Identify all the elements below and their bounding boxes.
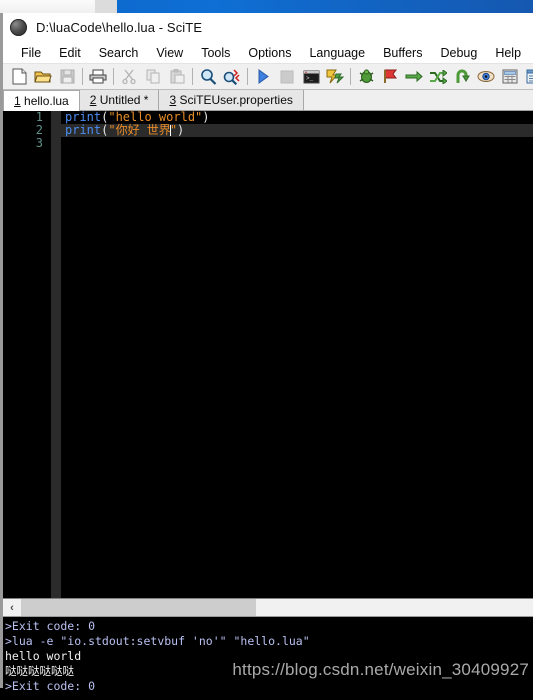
line-number-gutter: 1 2 3	[3, 111, 51, 598]
menu-edit[interactable]: Edit	[50, 44, 90, 62]
menu-debug[interactable]: Debug	[431, 44, 486, 62]
watermark-url: https://blog.csdn.net/weixin_30409927	[232, 660, 529, 680]
line-number: 1	[3, 111, 51, 124]
tab-scite-user-properties[interactable]: 3 SciTEUser.properties	[159, 90, 303, 110]
stop-square-icon	[275, 66, 299, 88]
fold-margin[interactable]	[51, 111, 61, 598]
toolbar-separator	[113, 68, 114, 85]
tab-accelerator-number: 3	[169, 93, 176, 107]
sphere-icon	[10, 19, 27, 36]
menu-bar: File Edit Search View Tools Options Lang…	[3, 42, 533, 64]
toolbar-separator	[82, 68, 83, 85]
new-file-icon[interactable]	[7, 66, 31, 88]
menu-file[interactable]: File	[12, 44, 50, 62]
variables-grid-icon[interactable]	[498, 66, 522, 88]
tab-hello-lua[interactable]: 1 hello.lua	[3, 90, 80, 111]
scrollbar-thumb[interactable]	[21, 599, 256, 616]
tab-label: Untitled *	[100, 93, 149, 107]
toolbar: >_	[3, 64, 533, 90]
compile-lightning-icon[interactable]	[323, 66, 347, 88]
tab-accelerator-number: 1	[14, 94, 21, 108]
tab-label: SciTEUser.properties	[180, 93, 293, 107]
menu-help[interactable]: Help	[486, 44, 530, 62]
step-out-arrow-icon[interactable]	[450, 66, 474, 88]
menu-search[interactable]: Search	[90, 44, 148, 62]
window-title: D:\luaCode\hello.lua - SciTE	[36, 20, 202, 35]
menu-language[interactable]: Language	[300, 44, 374, 62]
line-number: 3	[3, 137, 51, 150]
buffer-tab-bar: 1 hello.lua 2 Untitled * 3 SciTEUser.pro…	[3, 90, 533, 111]
debug-bug-icon[interactable]	[354, 66, 378, 88]
output-line-command: >Exit code: 0	[5, 619, 533, 634]
menu-options[interactable]: Options	[239, 44, 300, 62]
token-string: "	[170, 123, 177, 137]
token-punctuation: )	[177, 123, 184, 137]
title-bar: D:\luaCode\hello.lua - SciTE	[3, 13, 533, 42]
svg-text:>_: >_	[306, 75, 314, 82]
output-line-command: >lua -e "io.stdout:setvbuf 'no'" "hello.…	[5, 634, 533, 649]
code-text-area[interactable]: print("hello world") print("你好 世界")	[61, 111, 533, 598]
scite-main-window: D:\luaCode\hello.lua - SciTE File Edit S…	[0, 13, 533, 688]
horizontal-scrollbar[interactable]: ‹	[3, 598, 533, 617]
paste-icon	[165, 66, 189, 88]
find-magnifier-icon[interactable]	[196, 66, 220, 88]
background-window-tab-secondary[interactable]	[95, 0, 117, 13]
step-over-arrow-icon[interactable]	[402, 66, 426, 88]
print-icon[interactable]	[86, 66, 110, 88]
toolbar-separator	[350, 68, 351, 85]
desktop-background-strip	[0, 0, 533, 13]
output-window-icon[interactable]	[522, 66, 533, 88]
background-window-tab[interactable]	[0, 0, 96, 13]
console-window-icon[interactable]: >_	[299, 66, 323, 88]
line-number: 2	[3, 124, 51, 137]
step-into-arrow-icon[interactable]	[426, 66, 450, 88]
menu-tools[interactable]: Tools	[192, 44, 239, 62]
tab-untitled[interactable]: 2 Untitled *	[80, 90, 160, 110]
replace-magnifier-icon[interactable]	[220, 66, 244, 88]
menu-view[interactable]: View	[147, 44, 192, 62]
stop-debug-flag-icon[interactable]	[378, 66, 402, 88]
open-folder-icon[interactable]	[31, 66, 55, 88]
token-keyword: print	[65, 123, 101, 137]
copy-icon	[141, 66, 165, 88]
watch-eye-icon[interactable]	[474, 66, 498, 88]
code-editor[interactable]: 1 2 3 print("hello world") print("你好 世界"…	[3, 111, 533, 598]
cut-scissors-icon	[117, 66, 141, 88]
tab-label: hello.lua	[24, 94, 69, 108]
token-string: "你好 世界	[108, 123, 170, 137]
code-line-current[interactable]: print("你好 世界")	[61, 124, 533, 137]
save-icon	[55, 66, 79, 88]
scrollbar-track[interactable]	[21, 599, 533, 616]
menu-buffers[interactable]: Buffers	[374, 44, 431, 62]
toolbar-separator	[247, 68, 248, 85]
token-punctuation: )	[202, 111, 209, 124]
output-line-command: >Exit code: 0	[5, 679, 533, 694]
scroll-left-arrow-icon[interactable]: ‹	[3, 599, 21, 616]
toolbar-separator	[192, 68, 193, 85]
tab-accelerator-number: 2	[90, 93, 97, 107]
run-play-icon[interactable]	[251, 66, 275, 88]
code-line-empty[interactable]	[61, 137, 533, 150]
